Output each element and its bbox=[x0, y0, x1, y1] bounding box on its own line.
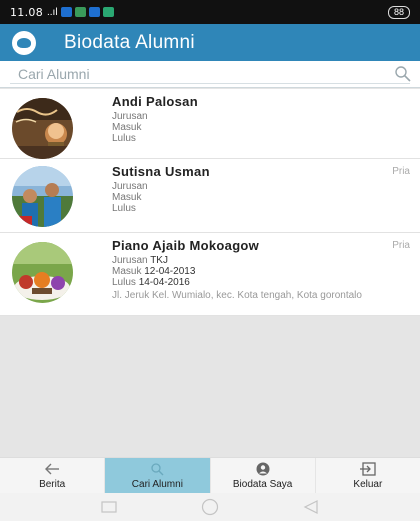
lulus-label: Lulus bbox=[112, 133, 136, 144]
lulus-value: 14-04-2016 bbox=[138, 277, 190, 288]
nav-label: Keluar bbox=[353, 478, 383, 490]
home-icon[interactable] bbox=[201, 498, 219, 516]
search-bar bbox=[0, 61, 420, 88]
masuk-value: 12-04-2013 bbox=[144, 266, 196, 277]
jurusan-label: Jurusan bbox=[112, 255, 148, 266]
alumni-address: Jl. Jeruk Kel. Wumialo, kec. Kota tengah… bbox=[112, 290, 362, 301]
signal-icon: ..ıl bbox=[47, 6, 58, 18]
nav-berita[interactable]: Berita bbox=[0, 458, 106, 493]
back-icon[interactable] bbox=[303, 500, 319, 514]
search-input[interactable] bbox=[18, 63, 378, 85]
notification-icon bbox=[74, 7, 86, 17]
screen: 11.08 ..ıl 88 Biodata Alumni Cari Alumni… bbox=[0, 0, 420, 521]
nav-cari-alumni[interactable]: Cari Alumni bbox=[105, 458, 211, 493]
lulus-text: Lulus bbox=[112, 133, 136, 145]
gender-label: Pria bbox=[392, 240, 410, 251]
alumni-name: Sutisna Usman bbox=[112, 164, 210, 179]
avatar bbox=[12, 242, 73, 303]
arrow-left-icon bbox=[45, 463, 60, 474]
masuk-label: Masuk bbox=[112, 192, 142, 203]
lulus-text: Lulus bbox=[112, 203, 136, 215]
notification-icon bbox=[60, 7, 72, 17]
search-icon[interactable] bbox=[394, 65, 412, 83]
avatar bbox=[12, 98, 73, 159]
lulus-label: Lulus bbox=[112, 203, 136, 214]
app-title: Biodata Alumni bbox=[64, 31, 195, 53]
recent-apps-icon[interactable] bbox=[101, 501, 117, 513]
app-bar: Biodata Alumni bbox=[0, 24, 420, 61]
bottom-navigation: Berita Cari Alumni Biodata Saya Keluar bbox=[0, 457, 420, 493]
avatar bbox=[12, 166, 73, 227]
status-time: 11.08 bbox=[10, 5, 43, 19]
lulus-label: Lulus bbox=[112, 277, 136, 288]
masuk-label: Masuk bbox=[112, 122, 142, 133]
notification-icon bbox=[102, 7, 114, 17]
jurusan-label: Jurusan bbox=[112, 181, 148, 192]
list-item[interactable]: Andi Palosan Jurusan Masuk Lulus bbox=[0, 89, 420, 159]
alumni-name: Piano Ajaib Mokoagow bbox=[112, 238, 260, 253]
masuk-label: Masuk bbox=[112, 266, 142, 277]
list-item[interactable]: Sutisna Usman Pria Jurusan Masuk Lulus bbox=[0, 159, 420, 233]
nav-biodata-saya[interactable]: Biodata Saya bbox=[211, 458, 316, 493]
exit-icon bbox=[359, 461, 376, 476]
search-underline bbox=[10, 83, 410, 84]
nav-label: Cari Alumni bbox=[131, 478, 183, 490]
nav-label: Berita bbox=[39, 478, 66, 490]
notification-icon bbox=[88, 7, 100, 17]
status-bar: 11.08 ..ıl 88 bbox=[0, 0, 420, 24]
lulus-text: Lulus 14-04-2016 bbox=[112, 277, 190, 289]
battery-icon: 88 bbox=[387, 5, 410, 19]
nav-label: Biodata Saya bbox=[232, 478, 293, 490]
search-icon bbox=[151, 462, 164, 475]
jurusan-label: Jurusan bbox=[112, 111, 148, 122]
jurusan-value: TKJ bbox=[150, 255, 168, 266]
list-item[interactable]: Piano Ajaib Mokoagow Pria Jurusan TKJ Ma… bbox=[0, 233, 420, 316]
alumni-list: Andi Palosan Jurusan Masuk Lulus Sutisna… bbox=[0, 89, 420, 316]
account-icon bbox=[256, 462, 270, 475]
alumni-name: Andi Palosan bbox=[112, 94, 198, 109]
gender-label: Pria bbox=[392, 166, 410, 177]
nav-keluar[interactable]: Keluar bbox=[316, 458, 420, 493]
system-navigation-bar bbox=[0, 493, 420, 521]
graduation-cap-icon bbox=[12, 30, 36, 55]
